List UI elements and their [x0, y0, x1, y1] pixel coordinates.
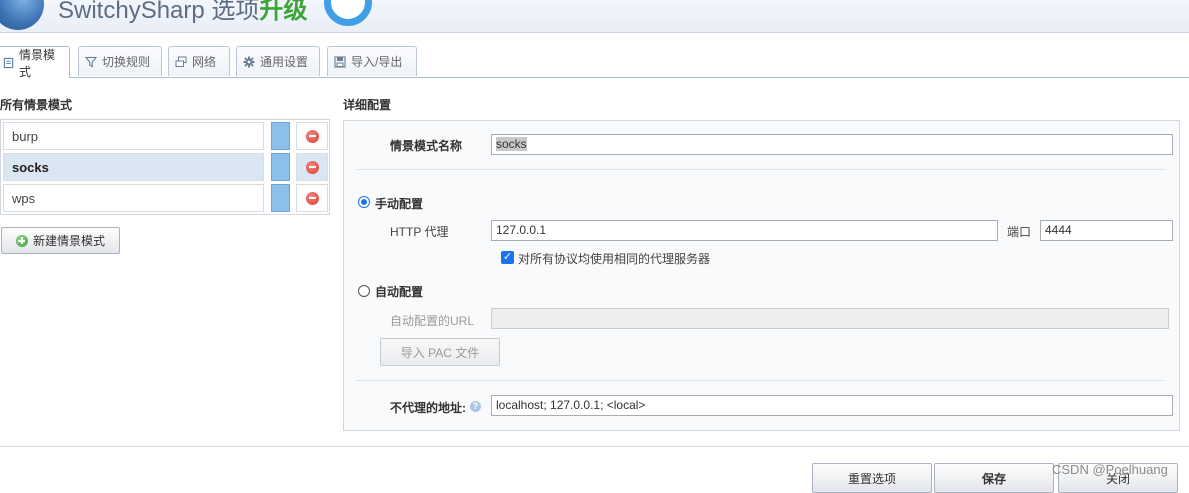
same-proxy-label: 对所有协议均使用相同的代理服务器 [518, 252, 711, 266]
profile-color-swatch[interactable] [271, 184, 290, 212]
delete-profile-button[interactable] [296, 184, 328, 212]
detail-heading: 详细配置 [343, 98, 392, 112]
profile-name-value: socks [496, 137, 527, 151]
filter-icon [85, 56, 97, 67]
profile-row[interactable]: burp [1, 121, 329, 152]
profile-name[interactable]: socks [3, 153, 264, 181]
profile-row[interactable]: socks [1, 152, 329, 183]
tab-label: 通用设置 [260, 55, 309, 69]
save-icon [334, 55, 346, 68]
profile-row[interactable]: wps [1, 183, 329, 214]
http-proxy-label: HTTP 代理 [390, 225, 449, 239]
bypass-label: 不代理的地址: [390, 401, 466, 415]
tab-label: 导入/导出 [351, 55, 403, 69]
auto-url-label: 自动配置的URL [390, 314, 475, 328]
new-profile-label: 新建情景模式 [32, 234, 105, 248]
tab-network[interactable]: 网络 [168, 46, 230, 76]
profiles-heading: 所有情景模式 [0, 98, 73, 112]
profile-name[interactable]: wps [3, 184, 264, 212]
app-title: SwitchySharp 选项升级 [58, 0, 307, 25]
auto-config-radio[interactable] [358, 285, 370, 297]
tab-general-settings[interactable]: 通用设置 [236, 46, 320, 76]
delete-icon [305, 160, 319, 174]
manual-config-label: 手动配置 [375, 197, 424, 211]
tab-import-export[interactable]: 导入/导出 [327, 46, 417, 76]
help-icon[interactable]: ? [470, 401, 481, 412]
app-name: SwitchySharp 选项 [58, 0, 260, 24]
tab-label: 情景模式 [19, 47, 56, 79]
gear-icon [243, 56, 255, 67]
new-profile-button[interactable]: 新建情景模式 [1, 227, 120, 254]
port-label: 端口 [1007, 225, 1032, 239]
divider [356, 380, 1165, 381]
add-icon [15, 234, 28, 247]
tab-profiles[interactable]: 情景模式 [0, 46, 70, 79]
delete-profile-button[interactable] [296, 122, 328, 150]
profile-color-swatch[interactable] [271, 122, 290, 150]
delete-icon [305, 191, 319, 205]
ring-icon[interactable] [324, 0, 372, 26]
profile-color-swatch[interactable] [271, 153, 290, 181]
same-proxy-checkbox[interactable]: ✓ [501, 251, 514, 264]
footer-divider [0, 446, 1189, 447]
detail-panel [343, 120, 1180, 431]
tab-label: 网络 [192, 55, 217, 69]
port-input[interactable]: 4444 [1040, 220, 1173, 241]
manual-config-radio[interactable] [358, 196, 370, 208]
auto-url-input[interactable] [491, 308, 1169, 329]
network-icon [175, 56, 187, 67]
auto-config-label: 自动配置 [375, 285, 424, 299]
import-pac-button[interactable]: 导入 PAC 文件 [380, 338, 500, 366]
bypass-input[interactable]: localhost; 127.0.0.1; <local> [491, 395, 1173, 416]
globe-icon [0, 0, 44, 30]
watermark: CSDN @Poelhuang [1052, 462, 1168, 477]
delete-icon [305, 129, 319, 143]
divider [356, 169, 1165, 170]
profile-name[interactable]: burp [3, 122, 264, 150]
delete-profile-button[interactable] [296, 153, 328, 181]
profile-name-label: 情景模式名称 [390, 139, 463, 153]
profile-list: burp socks wps [0, 119, 330, 215]
tab-bar: 情景模式 切换规则 网络 通用设置 导入/导出 [0, 46, 1189, 79]
checkmark-icon: ✓ [502, 251, 513, 263]
upgrade-link[interactable]: 升级 [259, 0, 307, 24]
profile-name-input[interactable]: socks [491, 134, 1173, 155]
http-proxy-input[interactable]: 127.0.0.1 [491, 220, 998, 241]
profile-icon [3, 57, 14, 68]
app-header: SwitchySharp 选项升级 [0, 0, 1189, 33]
tab-switch-rules[interactable]: 切换规则 [78, 46, 162, 76]
tab-label: 切换规则 [102, 55, 151, 69]
